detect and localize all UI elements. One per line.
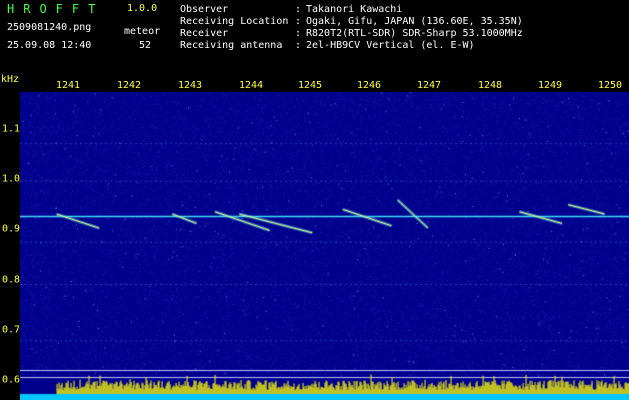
- y-tick: 1.0: [2, 173, 21, 185]
- y-unit-label: kHz: [1, 74, 20, 85]
- x-tick: 1241: [55, 80, 81, 91]
- info-colon: :: [295, 16, 302, 27]
- filename-label: 2509081240.png: [7, 22, 92, 33]
- info-value-receiver: R820T2(RTL-SDR) SDR-Sharp 53.1000MHz: [306, 28, 523, 39]
- x-tick: 1244: [238, 80, 264, 91]
- y-tick: 0.6: [2, 374, 21, 386]
- app-title: HROFFT: [7, 2, 105, 16]
- version-label: 1.0.0: [127, 3, 158, 14]
- x-tick: 1247: [416, 80, 442, 91]
- x-tick: 1246: [356, 80, 382, 91]
- y-tick: 0.8: [2, 274, 21, 286]
- x-tick: 1250: [597, 80, 623, 91]
- x-tick: 1248: [477, 80, 503, 91]
- x-tick: 1245: [297, 80, 323, 91]
- info-value-location: Ogaki, Gifu, JAPAN (136.60E, 35.35N): [306, 16, 523, 27]
- x-tick: 1243: [177, 80, 203, 91]
- spectrogram-canvas: [20, 92, 629, 400]
- info-key-location: Receiving Location: [180, 16, 289, 27]
- info-key-receiver: Receiver: [180, 28, 229, 39]
- x-tick: 1242: [116, 80, 142, 91]
- info-colon: :: [295, 40, 302, 51]
- x-tick: 1249: [537, 80, 563, 91]
- info-colon: :: [295, 28, 302, 39]
- info-colon: :: [295, 4, 302, 15]
- info-value-antenna: 2el-HB9CV Vertical (el. E-W): [306, 40, 475, 51]
- info-value-observer: Takanori Kawachi: [306, 4, 403, 15]
- y-tick: 1.1: [2, 123, 21, 135]
- datetime-label: 25.09.08 12:40: [7, 40, 92, 51]
- info-key-observer: Observer: [180, 4, 229, 15]
- y-tick: 0.9: [2, 223, 21, 235]
- info-key-antenna: Receiving antenna: [180, 40, 283, 51]
- meteor-label: meteor: [124, 26, 161, 37]
- y-tick: 0.7: [2, 324, 21, 336]
- meteor-count: 52: [139, 40, 152, 51]
